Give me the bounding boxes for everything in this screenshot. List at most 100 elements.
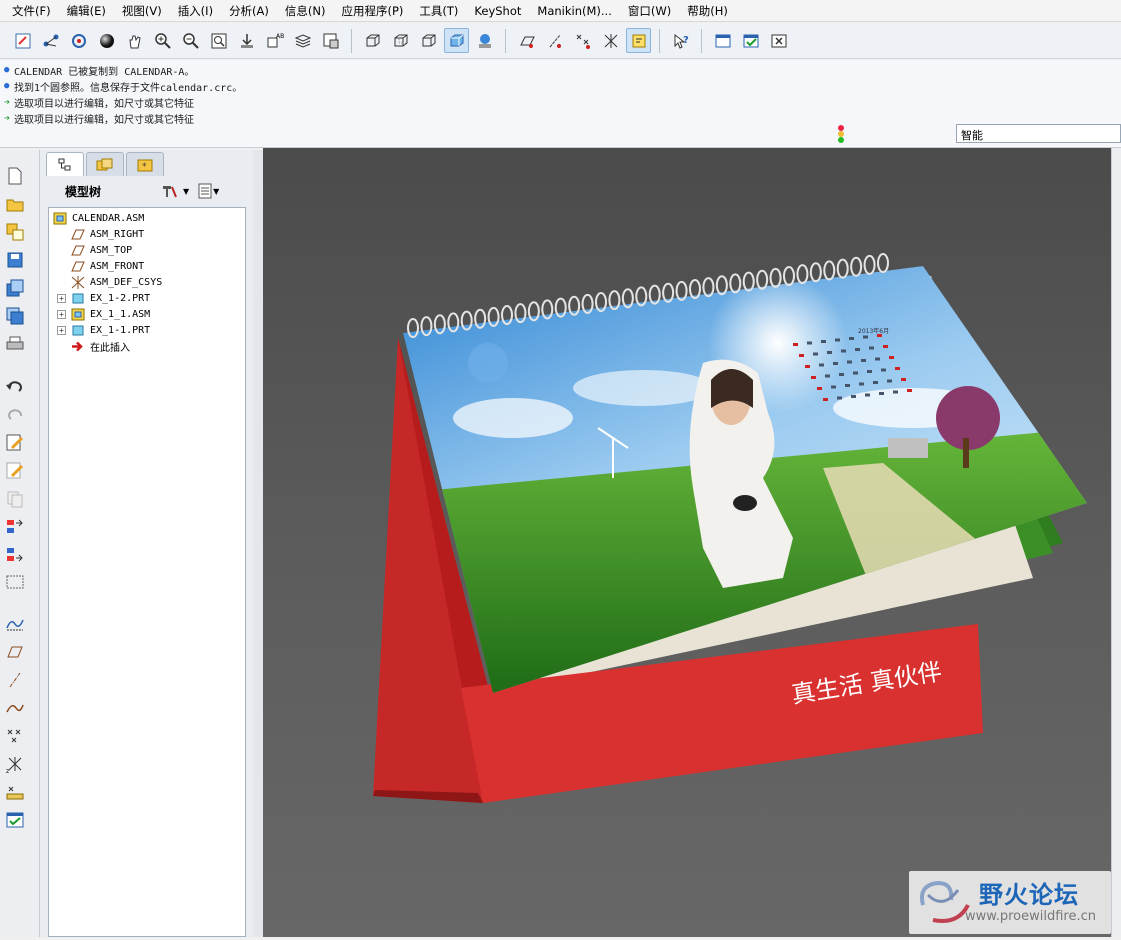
tree-node[interactable]: + EX_1-1.PRT [57,322,151,338]
toolbar-separator [701,28,702,53]
view-manager-icon[interactable] [318,28,343,53]
tab-folder-browser[interactable] [86,152,124,176]
pattern-icon[interactable] [4,460,26,482]
activate-window-icon[interactable] [738,28,763,53]
prompt-arrow-icon: ➔ [4,112,11,124]
status-light-icon[interactable] [834,124,848,144]
backup-icon[interactable] [4,305,26,327]
context-help-icon[interactable]: ? [668,28,693,53]
annotation-display-icon[interactable] [626,28,651,53]
new-window-icon[interactable] [710,28,735,53]
show-options-icon[interactable]: ▼ [197,183,219,199]
selection-filter-dropdown[interactable]: 智能 [956,124,1121,143]
zoom-out-icon[interactable] [178,28,203,53]
open-folder-icon[interactable] [4,193,26,215]
datum-plane-icon [71,228,85,241]
menu-item[interactable]: Manikin(M)... [529,4,619,18]
no-hidden-icon[interactable] [416,28,441,53]
component-window-icon[interactable] [4,809,26,831]
print-icon[interactable] [4,333,26,355]
tree-node[interactable]: + EX_1_1.ASM [57,306,150,322]
menu-item[interactable]: 帮助(H) [679,3,736,19]
menu-item[interactable]: 视图(V) [114,3,170,19]
calendar-date-cell [841,349,846,353]
tree-node[interactable]: CALENDAR.ASM [53,210,144,226]
tab-favorites[interactable]: * [126,152,164,176]
refit-icon[interactable] [66,28,91,53]
datum-plane-tool-icon[interactable] [4,641,26,663]
regenerate-icon[interactable] [10,28,35,53]
shading-sphere-icon[interactable] [94,28,119,53]
enhanced-realism-icon[interactable] [472,28,497,53]
graphics-window[interactable]: 2013年6月 真生活 真伙伴 [263,148,1111,937]
datum-point-icon[interactable] [4,725,26,747]
reorder-icon[interactable] [4,544,26,566]
menu-item[interactable]: 文件(F) [4,3,59,19]
spiral-coil [783,266,795,286]
tree-node[interactable]: ASM_TOP [71,242,132,258]
open-assembly-icon[interactable] [4,221,26,243]
redo-icon[interactable] [4,404,26,426]
csys-display-icon[interactable] [598,28,623,53]
axis-display-icon[interactable] [542,28,567,53]
calendar-date-cell [825,374,830,378]
tree-node[interactable]: ASM_FRONT [71,258,144,274]
message-line: ➔ 选取项目以进行编辑，如尺寸或其它特征 [4,96,194,110]
menu-item[interactable]: 窗口(W) [620,3,679,19]
menu-item[interactable]: 分析(A) [221,3,277,19]
expand-toggle-icon[interactable]: + [57,309,66,319]
tree-node-label: EX_1-1.PRT [90,324,151,336]
menu-item[interactable]: 信息(N) [277,3,334,19]
calendar-date-cell [817,387,822,390]
selection-box-icon[interactable] [4,571,26,593]
info-bullet-icon: ● [4,65,10,75]
zoom-fit-icon[interactable] [206,28,231,53]
shading-icon[interactable] [444,28,469,53]
expand-toggle-icon[interactable]: + [57,325,66,335]
analysis-feature-icon[interactable] [4,781,26,803]
copy-paste-icon[interactable] [4,488,26,510]
wireframe-icon[interactable] [360,28,385,53]
point-display-icon[interactable] [570,28,595,53]
tree-node[interactable]: ASM_DEF_CSYS [71,274,162,290]
plane-display-icon[interactable] [514,28,539,53]
calendar-model[interactable]: 2013年6月 真生活 真伙伴 [263,148,1111,937]
save-icon[interactable] [4,249,26,271]
menu-item[interactable]: 插入(I) [170,3,221,19]
menu-item[interactable]: 工具(T) [411,3,466,19]
menu-item[interactable]: 应用程序(P) [333,3,411,19]
calendar-date-cell [877,334,882,337]
spiral-coil [689,279,701,299]
panel-splitter[interactable] [253,150,263,937]
settings-tools-icon[interactable]: ▼ [161,183,189,199]
undo-icon[interactable] [4,376,26,398]
regenerate-features-icon[interactable] [4,516,26,538]
menu-item[interactable]: KeyShot [466,4,529,18]
calendar-date-cell [859,382,864,386]
tree-node[interactable]: 在此插入 [71,338,130,354]
calendar-date-cell [901,378,906,381]
saved-views-icon[interactable]: AB [262,28,287,53]
sketch-curve-icon[interactable] [4,613,26,635]
calendar-date-cell [793,343,798,346]
edit-definition-icon[interactable] [4,432,26,454]
datum-axis-tool-icon[interactable] [4,669,26,691]
menu-item[interactable]: 编辑(E) [59,3,114,19]
new-file-icon[interactable] [4,165,26,187]
datum-curve-icon[interactable] [4,697,26,719]
svg-text:?: ? [683,35,689,46]
tree-node[interactable]: + EX_1-2.PRT [57,290,150,306]
zoom-in-icon[interactable] [150,28,175,53]
tree-node[interactable]: ASM_RIGHT [71,226,144,242]
save-copy-icon[interactable] [4,277,26,299]
datum-axis-icon[interactable] [38,28,63,53]
expand-toggle-icon[interactable]: + [57,293,66,303]
reorient-icon[interactable] [234,28,259,53]
hidden-line-icon[interactable] [388,28,413,53]
tab-model-tree[interactable] [46,152,84,176]
pan-hand-icon[interactable] [122,28,147,53]
calendar-date-cell [873,381,878,384]
close-window-icon[interactable] [766,28,791,53]
coordinate-system-icon[interactable]: z [4,753,26,775]
layers-icon[interactable] [290,28,315,53]
